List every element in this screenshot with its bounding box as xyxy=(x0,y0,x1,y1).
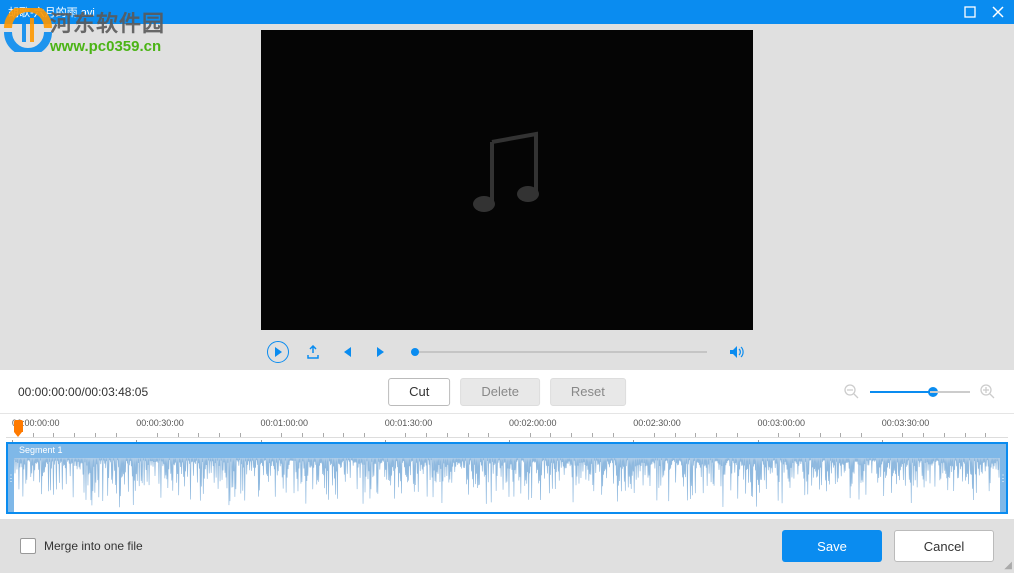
ruler-tick: 00:03:30:00 xyxy=(882,418,930,428)
merge-label: Merge into one file xyxy=(44,539,143,553)
merge-option[interactable]: Merge into one file xyxy=(20,538,143,554)
maximize-button[interactable] xyxy=(962,4,978,20)
window-controls xyxy=(962,4,1006,20)
zoom-in-icon[interactable] xyxy=(980,384,996,400)
footer: Merge into one file Save Cancel ◢ xyxy=(0,519,1014,573)
volume-icon[interactable] xyxy=(727,342,747,362)
ruler-tick: 00:01:00:00 xyxy=(261,418,309,428)
toolbar: 00:00:00:00/00:03:48:05 Cut Delete Reset xyxy=(0,370,1014,414)
export-icon[interactable] xyxy=(303,342,323,362)
video-preview[interactable] xyxy=(261,30,753,330)
ruler-tick: 00:02:30:00 xyxy=(633,418,681,428)
zoom-controls xyxy=(844,384,996,400)
ruler-tick: 00:01:30:00 xyxy=(385,418,433,428)
ruler-tick: 00:00:30:00 xyxy=(136,418,184,428)
segment-label: Segment 1 xyxy=(14,444,1000,458)
zoom-handle[interactable] xyxy=(928,387,938,397)
delete-button[interactable]: Delete xyxy=(460,378,540,406)
seek-slider[interactable] xyxy=(411,351,707,353)
segment-track: ⋮ Segment 1 ⋮ xyxy=(6,442,1008,514)
preview-area xyxy=(0,24,1014,370)
waveform xyxy=(14,458,1000,512)
playback-controls xyxy=(261,336,753,368)
ruler-tick: 00:03:00:00 xyxy=(758,418,806,428)
timeline: 00:00:00:0000:00:30:0000:01:00:0000:01:3… xyxy=(0,414,1014,519)
segment[interactable]: Segment 1 xyxy=(14,444,1000,512)
ruler-tick: 00:02:00:00 xyxy=(509,418,557,428)
next-frame-button[interactable] xyxy=(371,342,391,362)
music-note-icon xyxy=(462,130,552,230)
save-button[interactable]: Save xyxy=(782,530,882,562)
segment-handle-right[interactable]: ⋮ xyxy=(1000,444,1006,512)
play-button[interactable] xyxy=(267,341,289,363)
timeline-ruler[interactable]: 00:00:00:0000:00:30:0000:01:00:0000:01:3… xyxy=(6,418,1008,438)
zoom-slider[interactable] xyxy=(870,391,970,393)
titlebar: 胡歌-六月的雨.avi xyxy=(0,0,1014,24)
close-button[interactable] xyxy=(990,4,1006,20)
seek-handle[interactable] xyxy=(411,348,419,356)
timecode-display: 00:00:00:00/00:03:48:05 xyxy=(18,385,148,399)
reset-button[interactable]: Reset xyxy=(550,378,626,406)
playhead[interactable] xyxy=(14,420,23,437)
cut-button[interactable]: Cut xyxy=(388,378,450,406)
cancel-button[interactable]: Cancel xyxy=(894,530,994,562)
merge-checkbox[interactable] xyxy=(20,538,36,554)
window-title: 胡歌-六月的雨.avi xyxy=(8,4,962,20)
zoom-out-icon[interactable] xyxy=(844,384,860,400)
prev-frame-button[interactable] xyxy=(337,342,357,362)
resize-grip-icon[interactable]: ◢ xyxy=(1004,560,1012,571)
